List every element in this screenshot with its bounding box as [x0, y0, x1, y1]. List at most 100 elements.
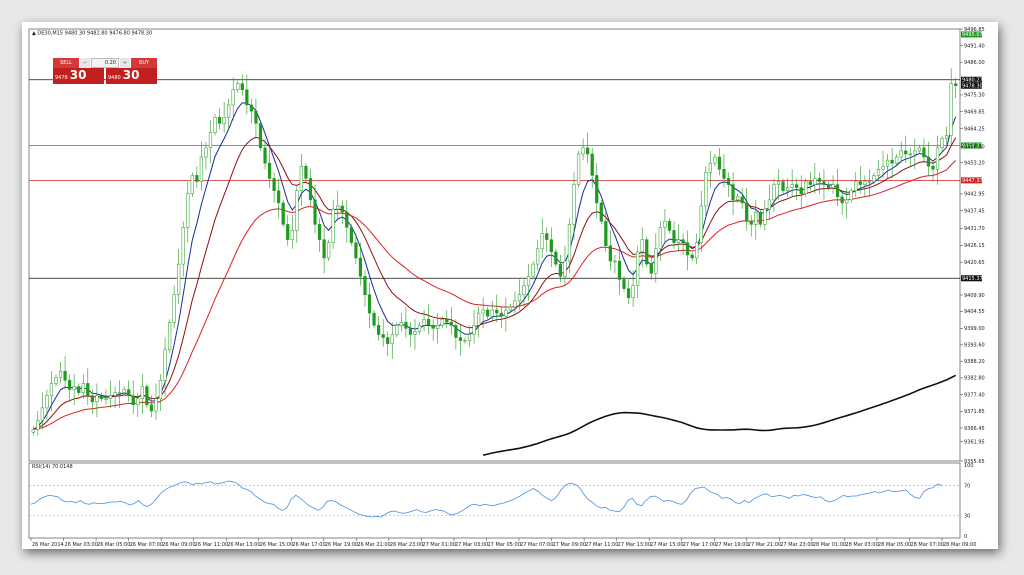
- y-tick-label: 9464.25: [964, 127, 985, 133]
- candle-body: [63, 370, 67, 381]
- candle-body: [954, 83, 958, 87]
- candle-body: [404, 322, 408, 329]
- candle-body: [481, 309, 485, 314]
- candle-body: [440, 318, 444, 326]
- buy-button[interactable]: BUY: [131, 58, 157, 68]
- lot-increase-button[interactable]: +: [120, 58, 130, 68]
- sell-price[interactable]: 9478 30: [53, 68, 104, 84]
- candle-body: [77, 386, 81, 393]
- candle-body: [236, 83, 240, 90]
- x-tick-label: 26 Mar 2014: [32, 542, 64, 548]
- x-tick-label: 26 Mar 13:00: [227, 542, 260, 548]
- candle-body: [945, 135, 949, 139]
- candle-body: [117, 392, 122, 394]
- candle-body: [327, 242, 331, 259]
- candle-body: [949, 83, 953, 136]
- candle-body: [408, 328, 413, 335]
- candle-body: [935, 147, 940, 170]
- candle-body: [526, 276, 531, 286]
- candle-body: [86, 383, 90, 396]
- candle-body: [363, 276, 367, 295]
- candle-body: [358, 257, 363, 277]
- y-tick-label: 9393.60: [964, 343, 985, 349]
- candle-body: [467, 334, 472, 341]
- candle-body: [826, 184, 831, 188]
- candle-body: [890, 159, 894, 164]
- candle-body: [395, 325, 399, 335]
- y-tick-label: 9409.90: [964, 293, 985, 299]
- candle-body: [240, 83, 244, 90]
- candle-body: [49, 383, 54, 396]
- x-tick-label: 26 Mar 19:00: [325, 542, 358, 548]
- candle-body: [486, 309, 490, 317]
- candle-body: [522, 285, 526, 295]
- x-tick-label: 27 Mar 23:00: [780, 542, 813, 548]
- candle-body: [776, 181, 781, 185]
- candle-body: [372, 312, 376, 326]
- candle-body: [449, 322, 453, 326]
- candle-body: [154, 398, 158, 412]
- candle-body: [272, 178, 276, 191]
- candle-body: [904, 150, 908, 155]
- candle-body: [654, 248, 658, 274]
- candle-body: [631, 285, 635, 299]
- candle-body: [445, 318, 449, 323]
- one-click-trade-panel: SELL − 0.20 + BUY 9478 30 9480 30: [53, 58, 157, 84]
- candle-body: [740, 196, 744, 204]
- candle-body: [313, 199, 317, 225]
- buy-price-small: 9480: [108, 75, 121, 81]
- x-tick-label: 27 Mar 03:00: [455, 542, 488, 548]
- candle-body: [558, 263, 563, 277]
- candle-body: [672, 230, 676, 243]
- candle-body: [190, 175, 194, 195]
- x-tick-label: 27 Mar 15:00: [650, 542, 683, 548]
- candle-body: [708, 162, 712, 173]
- x-tick-label: 26 Mar 03:00: [65, 542, 98, 548]
- candle-body: [754, 211, 758, 225]
- candle-body: [167, 322, 172, 351]
- y-tick-label: 9442.95: [964, 192, 985, 198]
- price-chart[interactable]: ▲ DE30,M15 9480.30 9482.80 9476.80 9478.…: [22, 22, 998, 549]
- level-price-label: 9415.37: [962, 276, 983, 282]
- candle-body: [31, 429, 35, 433]
- sell-button[interactable]: SELL: [53, 58, 79, 68]
- candle-body: [213, 117, 217, 133]
- rsi-header: RSI(14) 70.0148: [32, 464, 73, 470]
- candle-body: [549, 239, 553, 253]
- lot-decrease-button[interactable]: −: [80, 58, 90, 68]
- candle-body: [454, 325, 458, 338]
- lot-size-input[interactable]: 0.20: [91, 58, 119, 68]
- x-tick-label: 28 Mar 09:00: [943, 542, 976, 548]
- x-tick-label: 26 Mar 23:00: [390, 542, 423, 548]
- candle-body: [908, 153, 912, 156]
- candle-body: [895, 156, 899, 164]
- candle-body: [45, 395, 49, 409]
- candle-body: [131, 395, 135, 406]
- candle-body: [295, 190, 299, 231]
- candle-body: [258, 123, 263, 149]
- candle-body: [281, 202, 285, 225]
- candle-body: [845, 199, 849, 204]
- candle-body: [58, 370, 63, 378]
- candle-body: [322, 239, 326, 259]
- y-tick-label: 9388.20: [964, 359, 985, 365]
- buy-price[interactable]: 9480 30: [106, 68, 157, 84]
- candle-body: [531, 263, 535, 277]
- y-tick-label: 9437.45: [964, 209, 985, 215]
- candle-body: [95, 395, 99, 403]
- candle-body: [204, 147, 208, 158]
- y-tick-label: 9453.20: [964, 160, 985, 166]
- candle-body: [563, 260, 567, 277]
- candle-body: [854, 181, 858, 191]
- y-tick-label: 9361.95: [964, 440, 985, 446]
- candle-body: [858, 181, 862, 185]
- rsi-level-label: 30: [964, 513, 970, 519]
- candle-body: [163, 349, 167, 381]
- x-tick-label: 27 Mar 01:00: [422, 542, 455, 548]
- candle-body: [681, 239, 685, 243]
- candle-body: [231, 89, 235, 106]
- candle-body: [554, 251, 558, 265]
- level-price-label: 9495.07: [962, 32, 983, 38]
- candle-body: [149, 404, 154, 412]
- candle-body: [263, 147, 267, 164]
